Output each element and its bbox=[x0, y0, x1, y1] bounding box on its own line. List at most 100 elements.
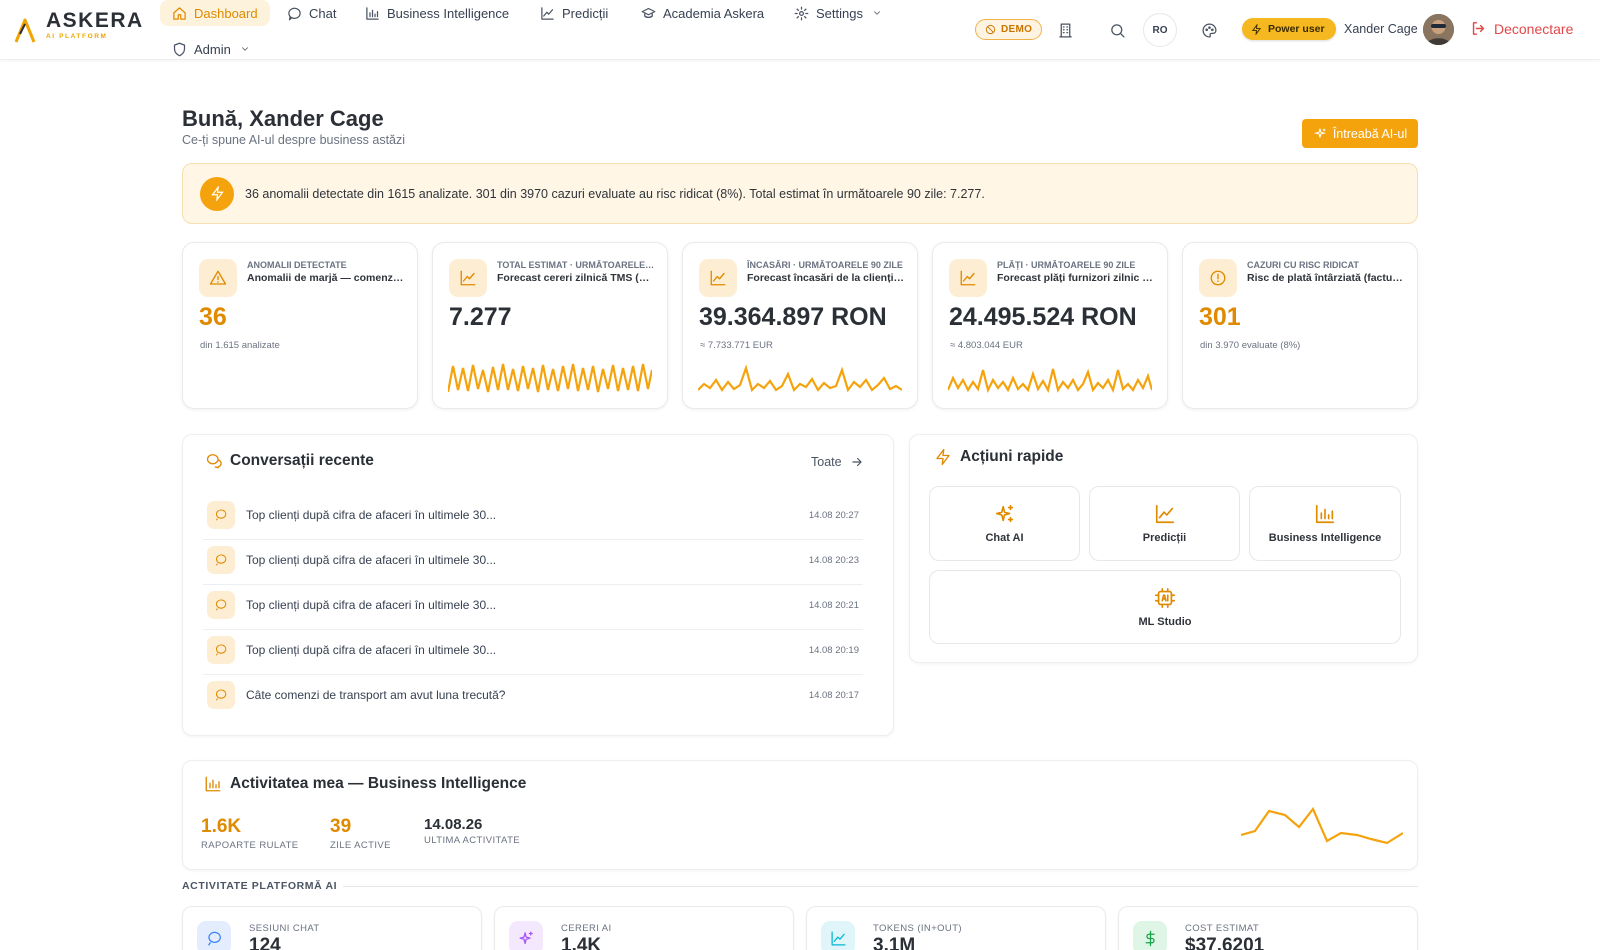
conversation-item[interactable]: Top clienți după cifra de afaceri în ult… bbox=[203, 540, 863, 585]
kpi-card-total-estimat[interactable]: TOTAL ESTIMAT · URMĂTOARELE 90 ZILE Fore… bbox=[432, 242, 668, 409]
brand-tagline: AI PLATFORM bbox=[46, 33, 108, 40]
nav-admin[interactable]: Admin bbox=[160, 36, 262, 62]
conversation-time: 14.08 20:17 bbox=[808, 690, 859, 701]
quick-action-chat-ai[interactable]: Chat AI bbox=[929, 486, 1080, 561]
my-activity-panel: Activitatea mea — Business Intelligence … bbox=[182, 760, 1418, 870]
kpi-description: Anomalii de marjă — comenzi de transport bbox=[247, 272, 405, 284]
arrow-right-icon bbox=[851, 457, 862, 467]
kpi-sparkline bbox=[698, 364, 902, 393]
nav-business-intelligence[interactable]: Business Intelligence bbox=[353, 0, 521, 26]
see-all-link[interactable]: Toate bbox=[811, 455, 864, 469]
theme-button[interactable] bbox=[1193, 14, 1225, 46]
quick-action-predictii[interactable]: Predicții bbox=[1089, 486, 1240, 561]
nav-dashboard-label: Dashboard bbox=[194, 5, 258, 21]
kpi-description: Forecast plăți furnizori zilnic (RON) bbox=[997, 272, 1155, 284]
lightning-icon bbox=[936, 448, 950, 466]
platform-section-label: ACTIVITATE PLATFORMĂ AI bbox=[182, 880, 338, 892]
kpi-value: 36 bbox=[199, 303, 227, 331]
home-icon bbox=[173, 6, 186, 20]
conversation-item[interactable]: Top clienți după cifra de afaceri în ult… bbox=[203, 585, 863, 630]
platform-card-label: COST ESTIMAT bbox=[1185, 923, 1260, 934]
kpi-value: 301 bbox=[1199, 303, 1241, 331]
chat-icon bbox=[288, 7, 301, 20]
sparkles-icon bbox=[509, 921, 543, 950]
page-subtitle: Ce-ți spune AI-ul despre business astăzi bbox=[182, 133, 406, 147]
chat-bubble-icon bbox=[207, 546, 235, 574]
kpi-card-incasari[interactable]: ÎNCASĂRI · URMĂTOARELE 90 ZILE Forecast … bbox=[682, 242, 918, 409]
search-button[interactable] bbox=[1101, 14, 1133, 46]
kpi-sparkline bbox=[948, 368, 1152, 394]
last-activity-value: 14.08.26 bbox=[424, 816, 483, 833]
conversation-item[interactable]: Top clienți după cifra de afaceri în ult… bbox=[203, 495, 863, 540]
nav-predictii[interactable]: Predicții bbox=[528, 0, 620, 26]
quick-actions-title-text: Acțiuni rapide bbox=[960, 448, 1064, 465]
trend-icon bbox=[821, 921, 855, 950]
conversation-item[interactable]: Câte comenzi de transport am avut luna t… bbox=[203, 675, 863, 720]
nav-chat-label: Chat bbox=[309, 5, 337, 21]
kpi-card-risc[interactable]: CAZURI CU RISC RIDICAT Risc de plată înt… bbox=[1182, 242, 1418, 409]
activity-sparkline bbox=[1241, 806, 1403, 845]
platform-card-chat-sessions: SESIUNI CHAT 124 bbox=[182, 906, 482, 950]
trend-icon bbox=[949, 259, 987, 297]
kpi-card-plati[interactable]: PLĂȚI · URMĂTOARELE 90 ZILE Forecast plă… bbox=[932, 242, 1168, 409]
quick-action-business-intelligence[interactable]: Business Intelligence bbox=[1249, 486, 1401, 561]
ask-ai-label: Întreabă AI-ul bbox=[1332, 126, 1408, 141]
quick-actions-panel: Acțiuni rapide Chat AI Predicții Busines… bbox=[909, 434, 1418, 663]
ask-ai-button[interactable]: Întreabă AI-ul bbox=[1302, 119, 1418, 148]
platform-card-value: 3.1M bbox=[873, 935, 916, 950]
user-name[interactable]: Xander Cage bbox=[1344, 22, 1418, 36]
conversation-item[interactable]: Top clienți după cifra de afaceri în ult… bbox=[203, 630, 863, 675]
conversation-title: Top clienți după cifra de afaceri în ult… bbox=[246, 643, 497, 657]
kpi-label: PLĂȚI · URMĂTOARELE 90 ZILE bbox=[997, 260, 1136, 270]
askera-logo[interactable]: ASKERA AI PLATFORM bbox=[14, 10, 144, 44]
nav-academia[interactable]: Academia Askera bbox=[629, 0, 776, 26]
alert-circle-icon bbox=[1199, 259, 1237, 297]
conversation-time: 14.08 20:21 bbox=[808, 600, 859, 611]
my-activity-title-text: Activitatea mea — Business Intelligence bbox=[230, 775, 527, 792]
avatar[interactable] bbox=[1423, 14, 1454, 45]
eye-off-icon bbox=[985, 24, 996, 35]
platform-card-label: SESIUNI CHAT bbox=[249, 923, 320, 934]
nav-settings-label: Settings bbox=[816, 5, 863, 21]
kpi-description: Risc de plată întârziată (facturi clienț… bbox=[1247, 272, 1405, 284]
chevron-down-icon bbox=[874, 11, 880, 15]
demo-badge-label: DEMO bbox=[1001, 24, 1033, 35]
logout-button[interactable]: Deconectare bbox=[1470, 20, 1573, 37]
kpi-sparkline bbox=[448, 363, 652, 393]
kpi-value: 24.495.524 RON bbox=[949, 303, 1137, 331]
platform-card-label: TOKENS (IN+OUT) bbox=[873, 923, 962, 934]
company-button[interactable] bbox=[1049, 14, 1081, 46]
nav-predictii-label: Predicții bbox=[562, 5, 609, 21]
chat-bubble-icon bbox=[207, 636, 235, 664]
quick-action-label: ML Studio bbox=[1138, 615, 1192, 628]
avatar-photo bbox=[1423, 14, 1454, 45]
nav-chat[interactable]: Chat bbox=[275, 0, 348, 26]
nav-business-intelligence-label: Business Intelligence bbox=[387, 5, 510, 21]
lightning-icon bbox=[200, 176, 234, 211]
conversation-time: 14.08 20:19 bbox=[808, 645, 859, 656]
power-user-badge: Power user bbox=[1242, 18, 1336, 40]
platform-card-value: 124 bbox=[249, 935, 281, 950]
quick-action-ml-studio[interactable]: ML Studio bbox=[929, 570, 1401, 644]
platform-card-tokens: TOKENS (IN+OUT) 3.1M bbox=[806, 906, 1106, 950]
quick-action-label: Chat AI bbox=[985, 532, 1024, 544]
chat-icon bbox=[197, 921, 231, 950]
kpi-description: Forecast cereri zilnică TMS (comenzi) bbox=[497, 272, 655, 284]
conversation-time: 14.08 20:23 bbox=[808, 555, 859, 566]
kpi-card-anomalies[interactable]: ANOMALII DETECTATE Anomalii de marjă — c… bbox=[182, 242, 418, 409]
conversation-time: 14.08 20:27 bbox=[808, 510, 859, 521]
palette-icon bbox=[1201, 22, 1217, 38]
kpi-note: din 1.615 analizate bbox=[200, 340, 280, 351]
nav-dashboard[interactable]: Dashboard bbox=[160, 0, 270, 26]
lightning-icon bbox=[1251, 23, 1262, 35]
chat-icon bbox=[206, 454, 222, 469]
logout-icon bbox=[1472, 22, 1485, 35]
platform-card-label: CERERI AI bbox=[561, 923, 612, 934]
kpi-value: 7.277 bbox=[449, 303, 512, 331]
language-switch[interactable]: RO bbox=[1143, 13, 1177, 47]
search-icon bbox=[1110, 23, 1125, 38]
nav-settings[interactable]: Settings bbox=[782, 0, 894, 26]
my-activity-title: Activitatea mea — Business Intelligence bbox=[204, 775, 526, 793]
nav-admin-label: Admin bbox=[194, 41, 231, 57]
page-title: Bună, Xander Cage bbox=[182, 106, 384, 131]
